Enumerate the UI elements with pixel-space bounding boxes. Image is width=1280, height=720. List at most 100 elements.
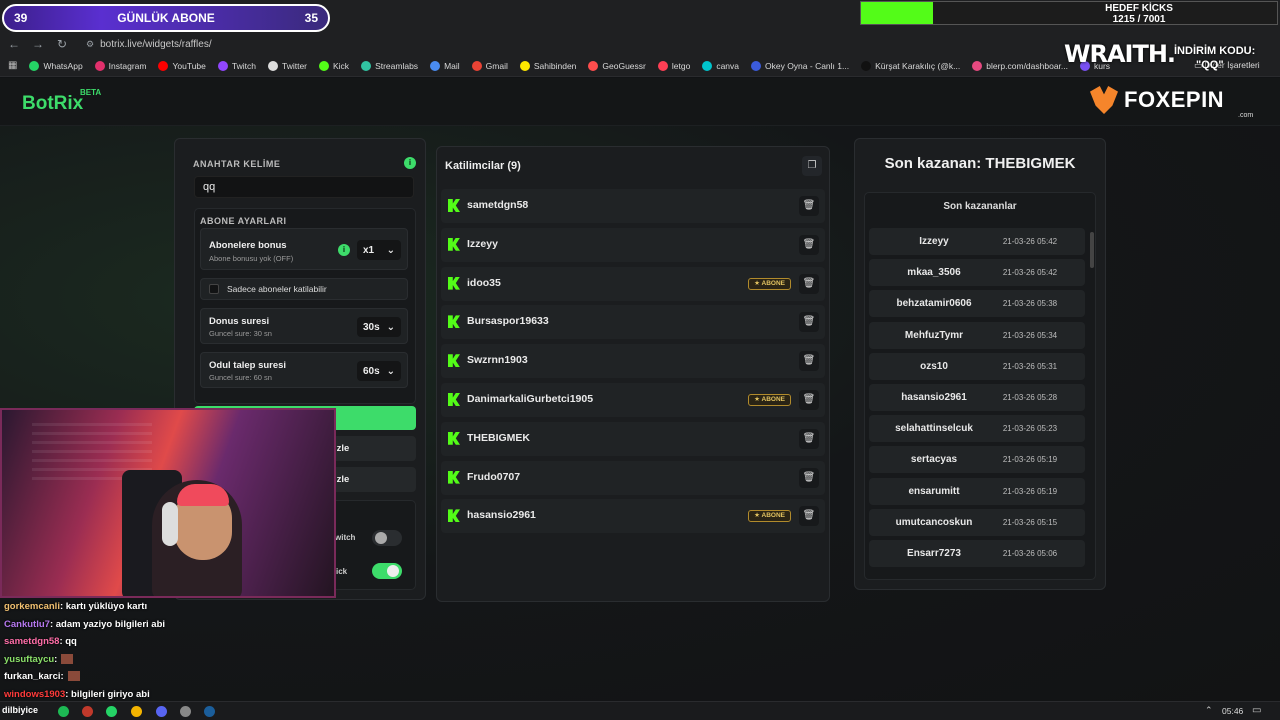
notification-icon[interactable]: ▭	[1252, 705, 1261, 716]
bookmark-label: canva	[716, 60, 739, 71]
only-subs-checkbox[interactable]	[209, 284, 219, 294]
bookmark-item[interactable]: Twitch	[217, 60, 256, 71]
kick-icon	[448, 276, 460, 290]
bookmark-label: letgo	[671, 60, 691, 71]
bookmark-item[interactable]: WhatsApp	[29, 60, 83, 71]
url-field[interactable]: ⚙ botrix.live/widgets/raffles/	[86, 39, 212, 50]
trash-icon[interactable]: 🗑	[799, 273, 819, 294]
bookmark-item[interactable]: Sahibinden	[519, 60, 577, 71]
bookmark-label: WhatsApp	[43, 60, 83, 71]
bookmark-item[interactable]: letgo	[657, 60, 691, 71]
tray-chevron-icon[interactable]: ⌃	[1205, 705, 1213, 716]
trash-icon[interactable]: 🗑	[799, 428, 819, 449]
whatsapp-icon[interactable]	[106, 706, 117, 717]
bookmark-item[interactable]: GeoGuessr	[588, 60, 646, 71]
duration-select[interactable]: 30s ⌄	[357, 317, 401, 337]
botrix-logo[interactable]: BotRix	[22, 93, 83, 115]
app-icon[interactable]	[82, 706, 93, 717]
claim-select[interactable]: 60s ⌄	[357, 361, 401, 381]
copy-icon[interactable]: ❐	[802, 156, 822, 176]
apps-icon[interactable]: ▦	[8, 60, 17, 71]
trash-icon[interactable]: 🗑	[799, 351, 819, 372]
reload-icon[interactable]: ↻	[52, 37, 72, 51]
participant-row: THEBIGMEK 🗑	[441, 421, 825, 456]
chat-message: yusuftaycu:	[4, 651, 304, 669]
participant-name: Izzeyy	[467, 237, 498, 250]
winner-date: 21-03-26 05:06	[1002, 549, 1058, 558]
winner-row: ozs10 21-03-26 05:31	[869, 352, 1085, 380]
chat-username: furkan_karci	[4, 671, 61, 682]
sub-bonus-select[interactable]: x1 ⌄	[357, 240, 401, 260]
bookmark-item[interactable]: Streamlabs	[361, 60, 419, 71]
info-icon[interactable]: i	[338, 244, 350, 256]
winner-date: 21-03-26 05:42	[1002, 268, 1058, 278]
only-subs-label: Sadece aboneler katilabilir	[227, 284, 327, 294]
participant-name: hasansio2961	[467, 509, 536, 522]
kick-toggle[interactable]	[372, 563, 402, 579]
spotify-icon[interactable]	[58, 706, 69, 717]
bookmark-item[interactable]: Okey Oyna - Canlı 1...	[751, 60, 850, 71]
duration-card: Donus suresi Guncel sure: 30 sn 30s ⌄	[200, 308, 408, 344]
bookmark-favicon-icon	[751, 60, 761, 71]
obs-icon[interactable]	[180, 706, 191, 717]
participant-row: Izzeyy 🗑	[441, 227, 825, 262]
participant-row: Bursaspor19633 🗑	[441, 305, 825, 340]
participant-row: DanimarkaliGurbetci1905 ★ ABONE 🗑	[441, 383, 825, 417]
trash-icon[interactable]: 🗑	[799, 467, 819, 488]
bookmark-item[interactable]: Mail	[430, 60, 460, 71]
bookmark-label: Streamlabs	[375, 60, 419, 71]
emote-icon	[67, 671, 80, 682]
sub-goal-target: 35	[304, 11, 318, 25]
chat-text: : adam yaziyo bilgileri abi	[49, 618, 166, 630]
star-icon: ★	[754, 279, 762, 287]
chrome-icon[interactable]	[131, 706, 142, 717]
bookmark-item[interactable]: Instagram	[94, 60, 146, 71]
chat-text: : kartı yüklüyo kartı	[59, 601, 148, 612]
bookmark-label: Twitch	[231, 60, 256, 71]
participant-row: Frudo0707 🗑	[441, 460, 825, 495]
bookmark-favicon-icon	[217, 60, 228, 71]
trash-icon[interactable]: 🗑	[799, 234, 819, 255]
winners-scrollbar[interactable]	[1090, 232, 1094, 268]
kick-icon	[448, 470, 460, 484]
keyword-input[interactable]: qq	[194, 176, 414, 198]
bookmark-item[interactable]: canva	[702, 60, 739, 71]
winner-date: 21-03-26 05:15	[1002, 517, 1058, 527]
trash-icon[interactable]: 🗑	[799, 312, 819, 333]
sub-goal-overlay: 39 GÜNLÜK ABONE 35	[2, 4, 330, 32]
bookmark-favicon-icon	[588, 60, 599, 71]
chat-message: gorkemcanli: kartı yüklüyo kartı	[4, 598, 304, 616]
bookmark-item[interactable]: Kick	[319, 60, 349, 71]
sub-bonus-title: Abonelere bonus	[209, 240, 287, 251]
bookmark-favicon-icon	[657, 60, 668, 71]
trash-icon[interactable]: 🗑	[799, 390, 819, 410]
forward-icon[interactable]: →	[28, 37, 48, 51]
streamer-hair	[177, 484, 229, 506]
bookmark-label: Okey Oyna - Canlı 1...	[765, 60, 850, 71]
kick-goal-title: HEDEF KİCKS	[1105, 3, 1173, 14]
winner-row: umutcancoskun 21-03-26 05:15	[869, 508, 1085, 536]
steam-icon[interactable]	[204, 706, 215, 717]
only-subs-row[interactable]: Sadece aboneler katilabilir	[200, 278, 408, 300]
bookmark-item[interactable]: YouTube	[158, 60, 206, 71]
winner-row: selahattinselcuk 21-03-26 05:23	[869, 415, 1085, 443]
back-icon[interactable]: ←	[4, 37, 24, 51]
winner-row: mkaa_3506 21-03-26 05:42	[869, 259, 1085, 287]
wraith-logo: WRAITH.	[1064, 40, 1176, 68]
winner-date: 21-03-26 05:38	[1002, 299, 1058, 309]
bookmark-label: Mail	[444, 60, 460, 71]
bookmark-item[interactable]: Twitter	[267, 60, 307, 71]
bookmark-label: Sahibinden	[533, 60, 577, 71]
bookmark-item[interactable]: Gmail	[471, 60, 508, 71]
twitch-toggle[interactable]	[372, 530, 402, 546]
chevron-down-icon: ⌄	[386, 244, 395, 256]
site-info-icon[interactable]: ⚙	[86, 39, 94, 50]
info-icon[interactable]: i	[404, 157, 416, 169]
promo-label: İNDİRİM KODU:	[1174, 45, 1256, 57]
winner-date: 21-03-26 05:28	[1002, 393, 1058, 402]
trash-icon[interactable]: 🗑	[799, 506, 819, 527]
bookmark-item[interactable]: blerp.com/dashboar...	[972, 60, 1068, 71]
bookmark-item[interactable]: Kürşat Karakılıç (@k...	[861, 60, 960, 71]
trash-icon[interactable]: 🗑	[799, 196, 819, 216]
discord-icon[interactable]	[156, 706, 167, 717]
